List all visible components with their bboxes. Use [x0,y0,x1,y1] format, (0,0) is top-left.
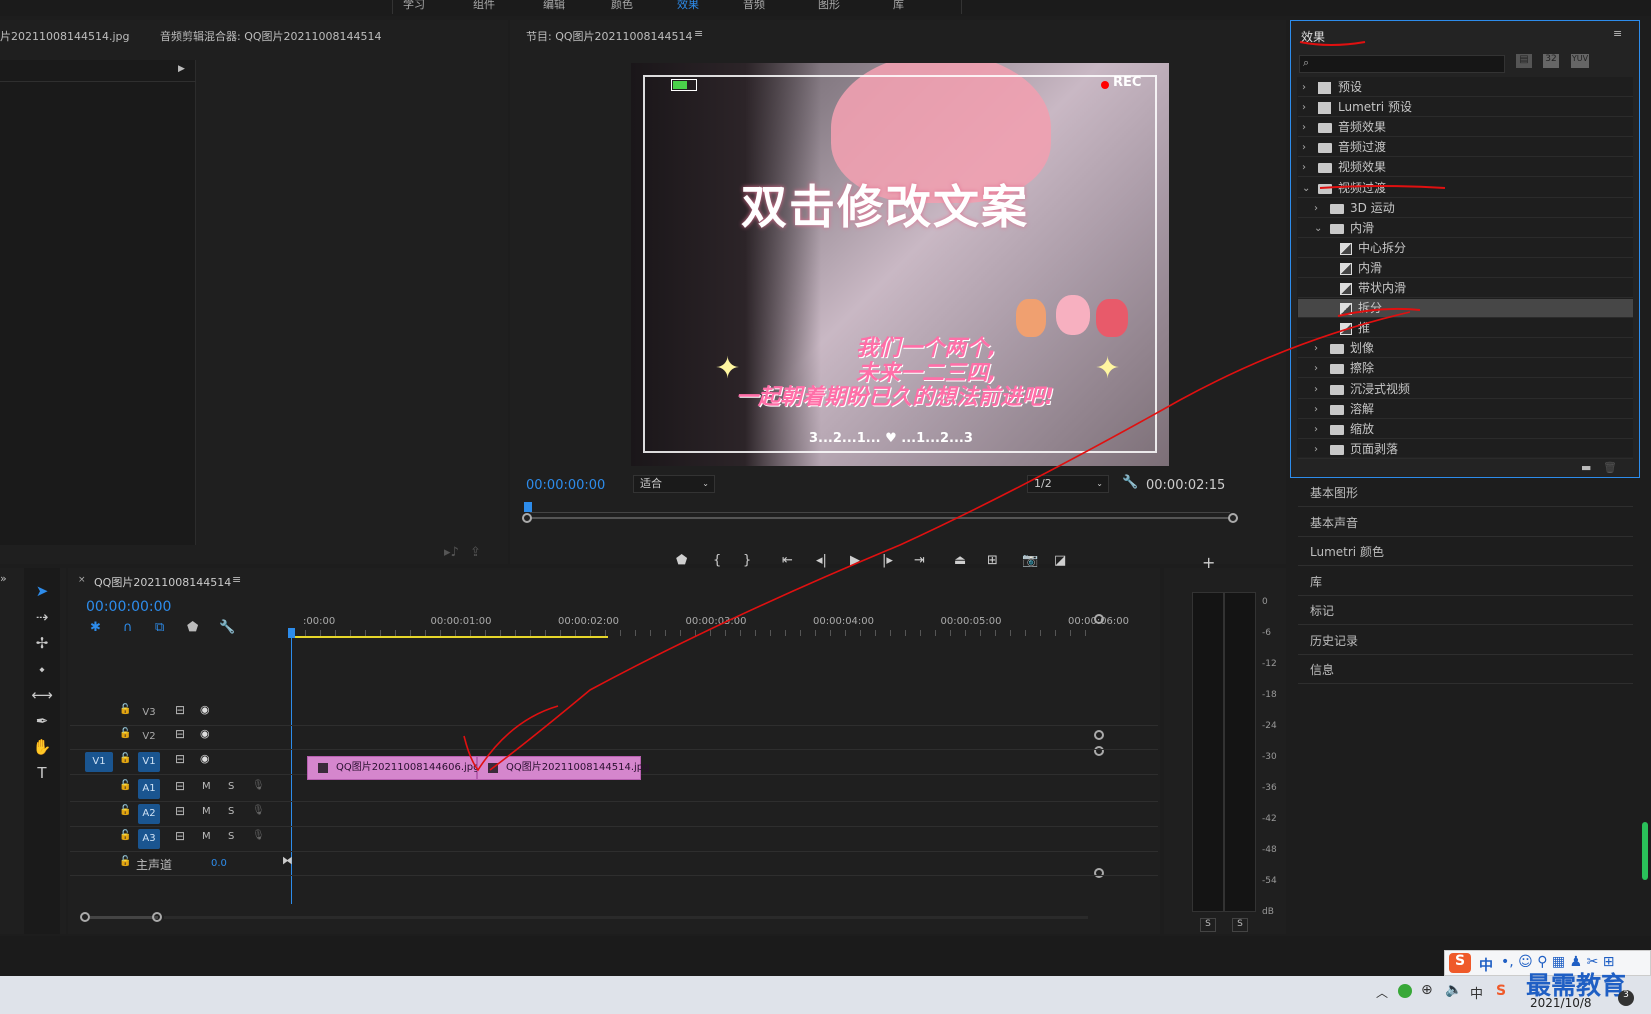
arrow-head [463,705,559,772]
underline-effects [1299,41,1366,46]
annotation-overlay [463,41,1446,772]
underline-video-transitions [1319,185,1446,189]
drag-arrow [489,311,1411,771]
